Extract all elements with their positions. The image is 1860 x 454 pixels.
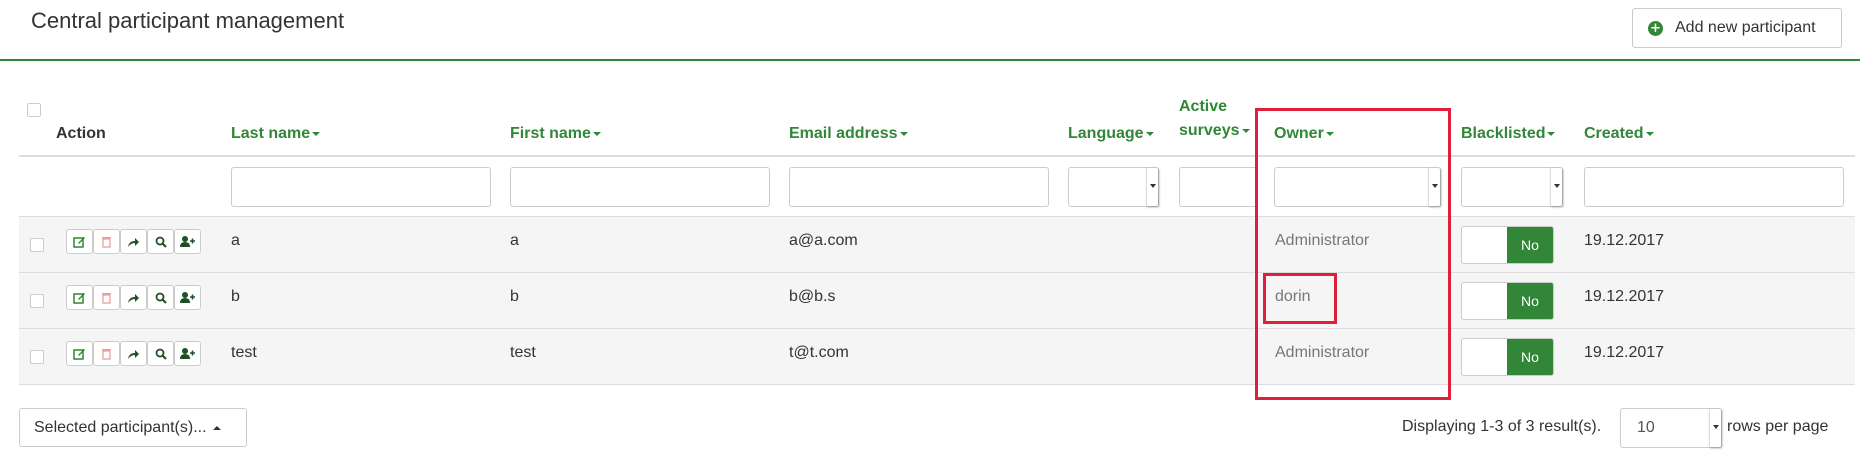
- edit-icon: [73, 349, 85, 360]
- view-surveys-button[interactable]: [147, 341, 174, 366]
- trash-icon: [102, 237, 111, 248]
- table-row: b b b@b.s dorin No 19.12.2017: [19, 273, 1855, 329]
- dropdown-caret-icon: [1709, 409, 1721, 447]
- sort-caret-icon: [1241, 128, 1250, 133]
- delete-button[interactable]: [93, 229, 120, 254]
- cell-last-name: a: [231, 232, 240, 249]
- title-divider: [0, 59, 1860, 61]
- edit-button[interactable]: [66, 285, 93, 310]
- dropdown-caret-icon: [1550, 168, 1562, 206]
- cell-email: t@t.com: [789, 344, 849, 361]
- delete-button[interactable]: [93, 341, 120, 366]
- add-participant-label: Add new participant: [1675, 19, 1816, 36]
- rows-per-page-label: rows per page: [1727, 418, 1829, 435]
- search-icon: [155, 348, 167, 360]
- sort-caret-icon: [1145, 131, 1154, 136]
- table-row: test test t@t.com Administrator No 19.12…: [19, 329, 1855, 385]
- cell-first-name: b: [510, 288, 519, 305]
- filter-language-select[interactable]: [1068, 167, 1159, 207]
- row-checkbox[interactable]: [30, 238, 44, 252]
- toggle-no-label: No: [1507, 227, 1553, 263]
- sort-caret-icon: [1645, 131, 1654, 136]
- filter-email-input[interactable]: [789, 167, 1049, 207]
- add-participant-button[interactable]: + Add new participant: [1632, 8, 1842, 48]
- cell-email: b@b.s: [789, 288, 836, 305]
- add-to-survey-button[interactable]: [174, 229, 201, 254]
- add-user-icon: [180, 236, 195, 247]
- page-size-select[interactable]: 10: [1620, 408, 1722, 448]
- cell-last-name: test: [231, 344, 257, 361]
- add-user-icon: [180, 348, 195, 359]
- owner-column-highlight: [1255, 108, 1451, 400]
- row-actions: [66, 341, 201, 366]
- add-user-icon: [180, 292, 195, 303]
- page-size-value: 10: [1637, 419, 1655, 436]
- row-checkbox[interactable]: [30, 350, 44, 364]
- delete-button[interactable]: [93, 285, 120, 310]
- add-to-survey-button[interactable]: [174, 341, 201, 366]
- share-arrow-icon: [128, 237, 139, 247]
- caret-up-icon: [212, 425, 221, 430]
- filter-last-name-input[interactable]: [231, 167, 491, 207]
- edit-icon: [73, 293, 85, 304]
- view-surveys-button[interactable]: [147, 285, 174, 310]
- filter-blacklisted-select[interactable]: [1461, 167, 1563, 207]
- selected-participants-button[interactable]: Selected participant(s)...: [19, 408, 247, 447]
- dropdown-caret-icon: [1146, 168, 1158, 206]
- cell-first-name: test: [510, 344, 536, 361]
- cell-created: 19.12.2017: [1584, 232, 1665, 249]
- cell-first-name: a: [510, 232, 519, 249]
- edit-button[interactable]: [66, 341, 93, 366]
- cell-last-name: b: [231, 288, 240, 305]
- blacklisted-toggle[interactable]: No: [1461, 282, 1554, 320]
- share-button[interactable]: [120, 285, 147, 310]
- blacklisted-toggle[interactable]: No: [1461, 226, 1554, 264]
- view-surveys-button[interactable]: [147, 229, 174, 254]
- sort-caret-icon: [592, 131, 601, 136]
- sort-caret-icon: [1547, 131, 1556, 136]
- filter-active-surveys-input[interactable]: [1179, 167, 1259, 207]
- filter-row: [19, 157, 1855, 217]
- share-button[interactable]: [120, 341, 147, 366]
- select-all-checkbox[interactable]: [27, 103, 41, 117]
- edit-button[interactable]: [66, 229, 93, 254]
- row-checkbox[interactable]: [30, 294, 44, 308]
- filter-first-name-input[interactable]: [510, 167, 770, 207]
- owner-cell-highlight: [1263, 273, 1337, 324]
- table-row: a a a@a.com Administrator No 19.12.2017: [19, 217, 1855, 273]
- add-to-survey-button[interactable]: [174, 285, 201, 310]
- trash-icon: [102, 349, 111, 360]
- filter-created-input[interactable]: [1584, 167, 1844, 207]
- sort-caret-icon: [312, 131, 321, 136]
- toggle-no-label: No: [1507, 339, 1553, 375]
- share-arrow-icon: [128, 349, 139, 359]
- page-title: Central participant management: [31, 8, 345, 33]
- row-actions: [66, 229, 201, 254]
- blacklisted-toggle[interactable]: No: [1461, 338, 1554, 376]
- pager-summary: Displaying 1-3 of 3 result(s).: [1402, 418, 1602, 435]
- cell-email: a@a.com: [789, 232, 858, 249]
- edit-icon: [73, 237, 85, 248]
- toggle-no-label: No: [1507, 283, 1553, 319]
- search-icon: [155, 292, 167, 304]
- trash-icon: [102, 293, 111, 304]
- share-arrow-icon: [128, 293, 139, 303]
- share-button[interactable]: [120, 229, 147, 254]
- sort-caret-icon: [899, 131, 908, 136]
- row-actions: [66, 285, 201, 310]
- cell-created: 19.12.2017: [1584, 344, 1665, 361]
- selected-participants-label: Selected participant(s)...: [34, 418, 207, 436]
- cell-created: 19.12.2017: [1584, 288, 1665, 305]
- plus-circle-icon: +: [1648, 20, 1663, 36]
- search-icon: [155, 236, 167, 248]
